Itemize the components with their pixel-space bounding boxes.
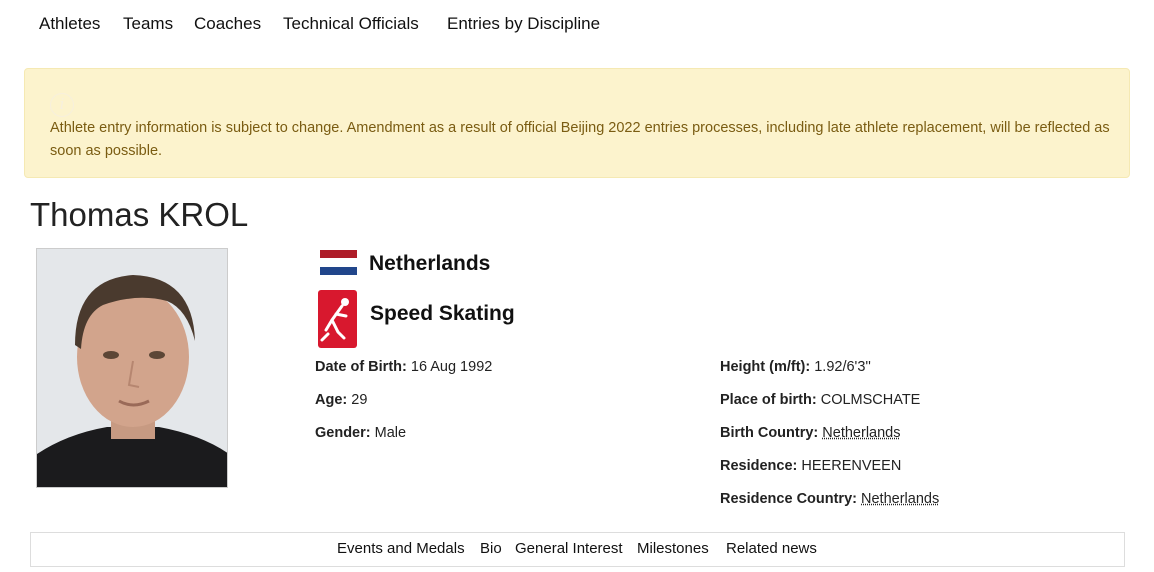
residence-country-value[interactable]: Netherlands [861, 491, 939, 507]
height-label: Height (m/ft): [720, 359, 811, 375]
residence-country-field: Residence Country: Netherlands [720, 491, 939, 507]
gender-label: Gender: [315, 425, 371, 441]
dob-value: 16 Aug 1992 [410, 359, 493, 375]
birth-country-field: Birth Country: Netherlands [720, 425, 900, 441]
tab-milestones[interactable]: Milestones [637, 540, 709, 557]
athlete-portrait-image [37, 249, 227, 487]
athlete-photo [36, 248, 228, 488]
nav-technical-officials[interactable]: Technical Officials [283, 14, 419, 34]
residence-field: Residence: HEERENVEEN [720, 458, 901, 474]
gender-field: Gender: Male [315, 425, 406, 441]
height-value: 1.92/6'3'' [814, 359, 871, 375]
residence-country-label: Residence Country: [720, 491, 857, 507]
speed-skating-icon [318, 290, 357, 348]
flag-band-bottom [320, 266, 357, 275]
flag-band-top [320, 250, 357, 259]
entry-info-notice: i Athlete entry information is subject t… [24, 68, 1130, 178]
athlete-name: Thomas KROL [30, 196, 249, 233]
info-icon: i [50, 93, 74, 117]
flag-band-middle [320, 258, 357, 267]
height-field: Height (m/ft): 1.92/6'3'' [720, 359, 871, 375]
age-field: Age: 29 [315, 392, 367, 408]
gender-value: Male [374, 425, 407, 441]
place-of-birth-label: Place of birth: [720, 392, 817, 408]
notice-message: Athlete entry information is subject to … [50, 120, 1110, 159]
nav-teams[interactable]: Teams [123, 14, 173, 34]
nav-entries-by-discipline[interactable]: Entries by Discipline [447, 14, 600, 34]
residence-value: HEERENVEEN [801, 458, 902, 474]
athlete-tabs: Events and Medals Bio General Interest M… [30, 532, 1125, 567]
dob-field: Date of Birth: 16 Aug 1992 [315, 359, 492, 375]
birth-country-label: Birth Country: [720, 425, 819, 441]
athlete-country: Netherlands [369, 252, 491, 275]
residence-label: Residence: [720, 458, 798, 474]
age-label: Age: [315, 392, 348, 408]
dob-label: Date of Birth: [315, 359, 407, 375]
birth-country-value[interactable]: Netherlands [822, 425, 900, 441]
country-flag-icon [320, 250, 357, 275]
age-value: 29 [351, 392, 368, 408]
nav-athletes[interactable]: Athletes [39, 14, 100, 34]
athlete-sport: Speed Skating [370, 302, 515, 325]
place-of-birth-field: Place of birth: COLMSCHATE [720, 392, 920, 408]
nav-coaches[interactable]: Coaches [194, 14, 261, 34]
tab-events-and-medals[interactable]: Events and Medals [337, 540, 465, 557]
place-of-birth-value: COLMSCHATE [820, 392, 921, 408]
tab-general-interest[interactable]: General Interest [515, 540, 623, 557]
tab-bio[interactable]: Bio [480, 540, 502, 557]
tab-related-news[interactable]: Related news [726, 540, 817, 557]
